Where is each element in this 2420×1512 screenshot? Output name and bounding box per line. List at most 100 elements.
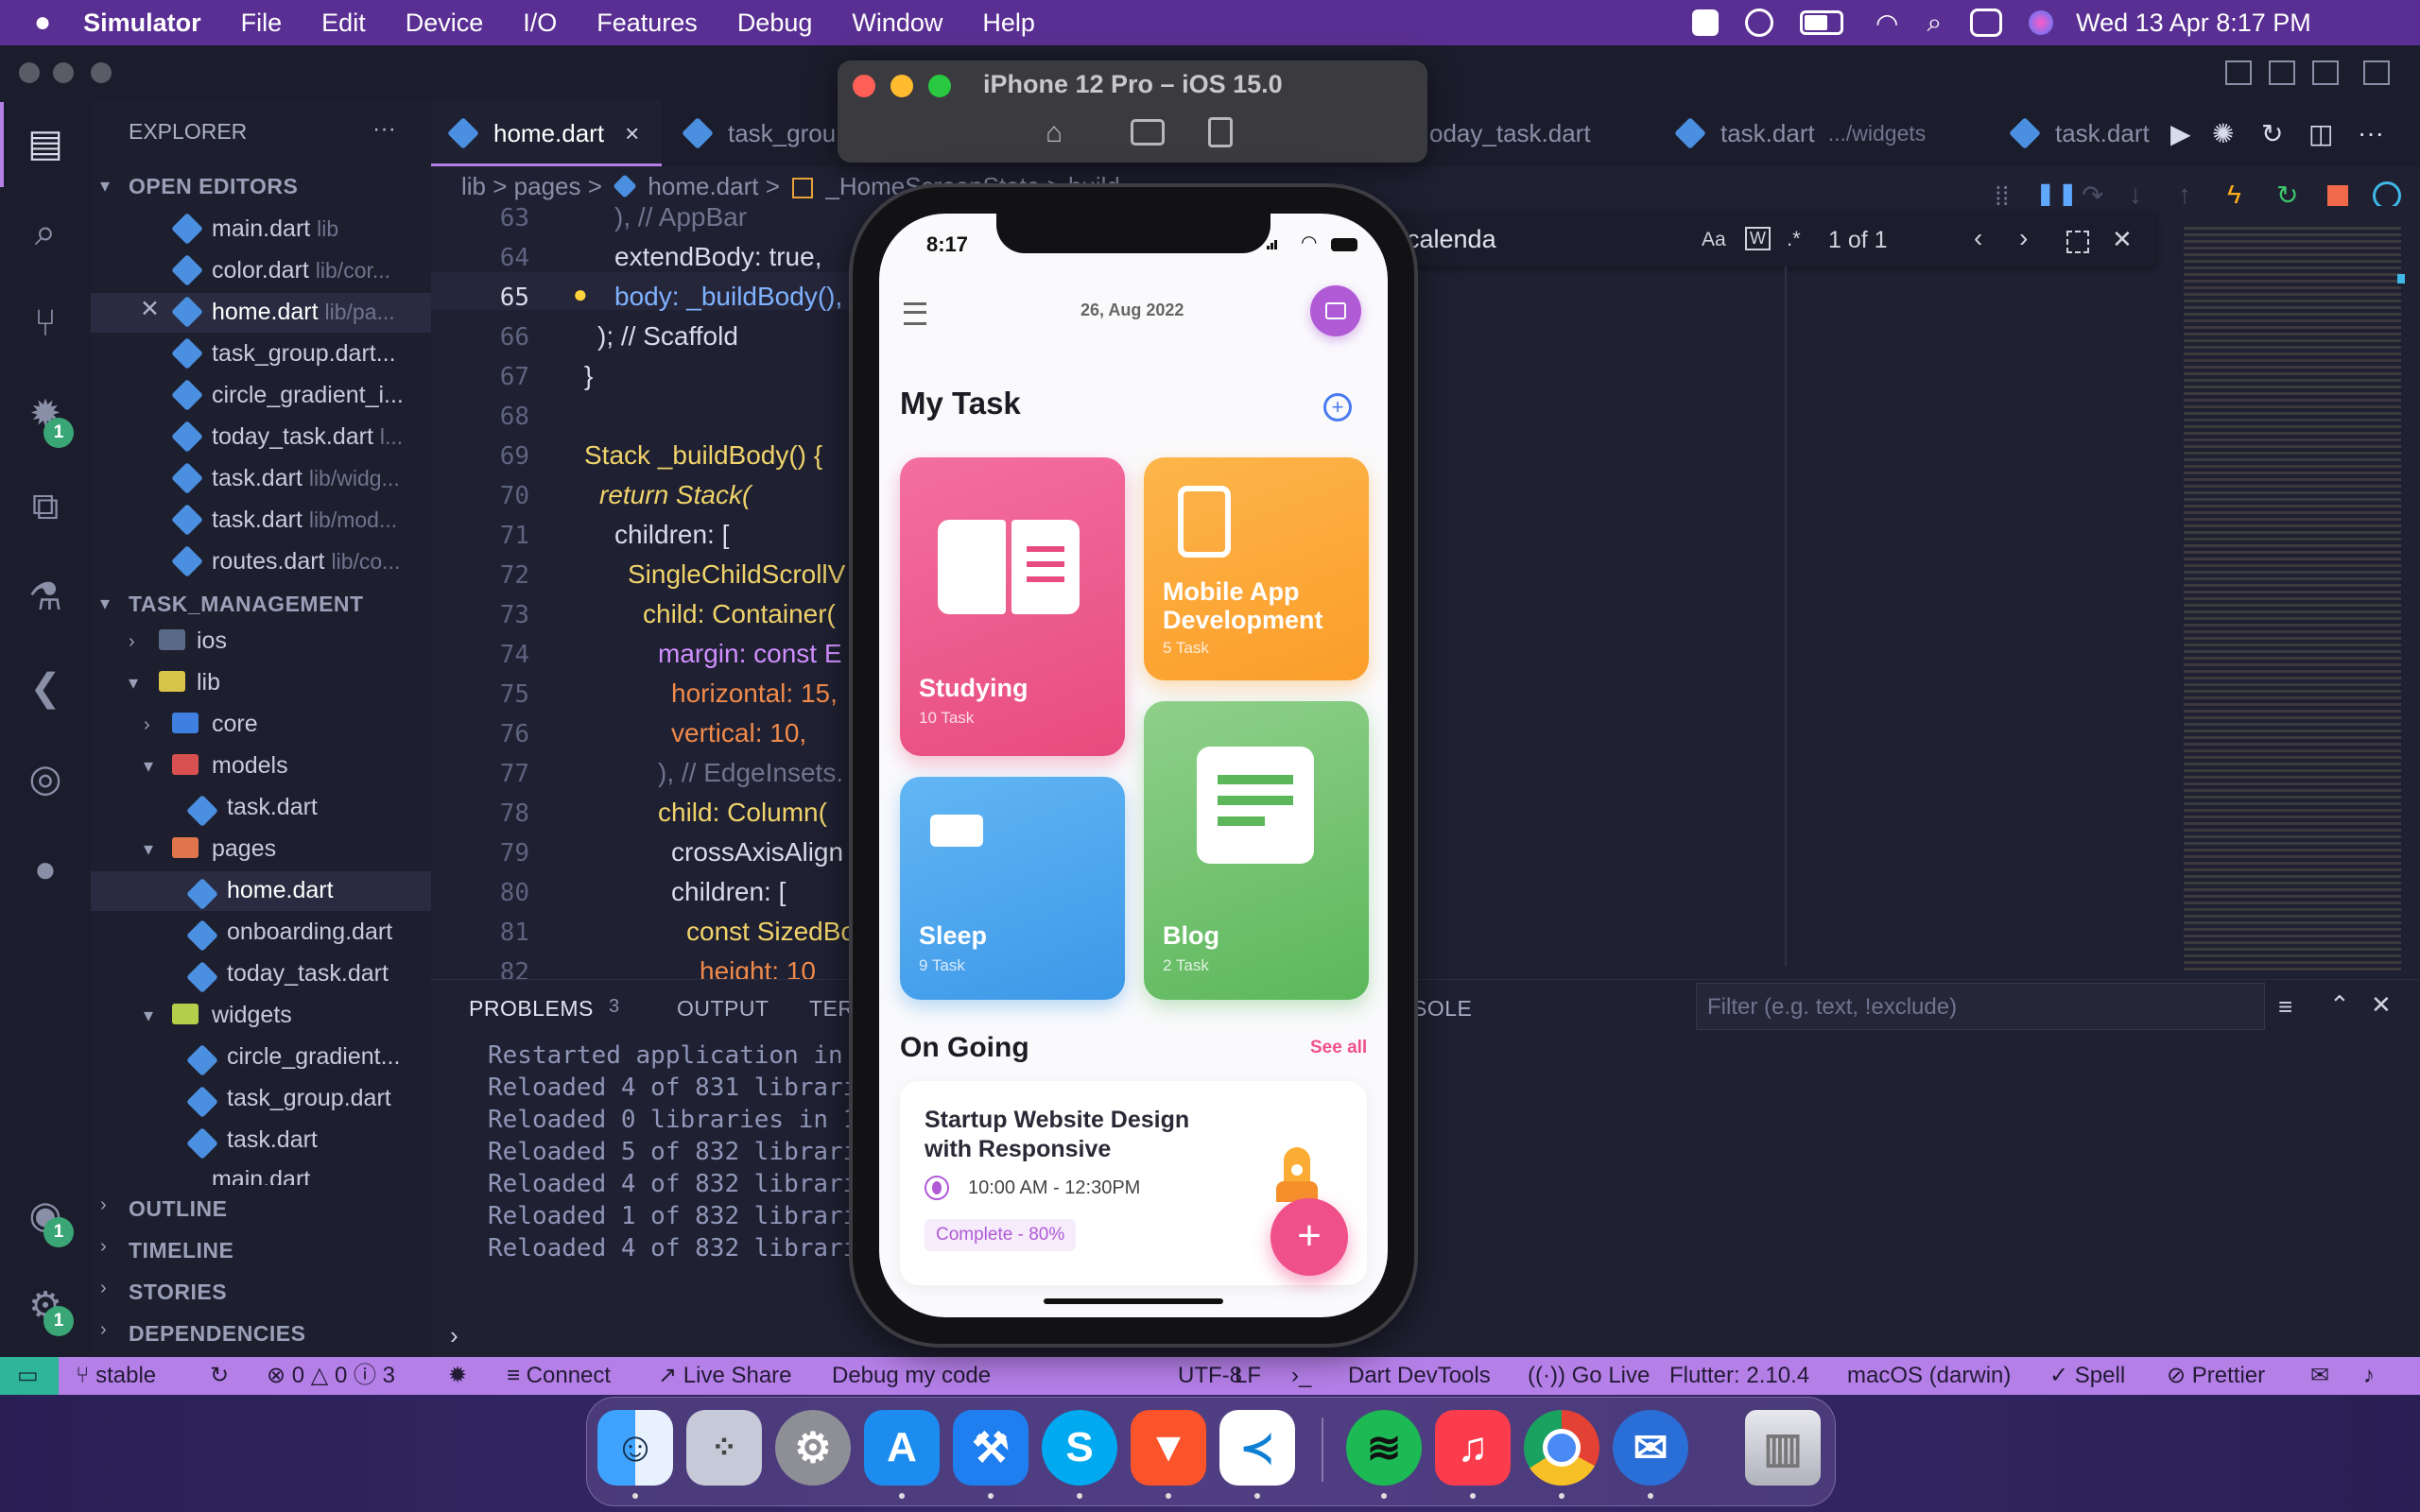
tree-item-lib[interactable]: lib: [197, 669, 220, 696]
menu-help[interactable]: Help: [982, 9, 1035, 38]
code-line[interactable]: const SizedBo: [686, 917, 856, 947]
menu-features[interactable]: Features: [596, 9, 698, 38]
code-line[interactable]: extendBody: true,: [614, 242, 821, 272]
control-center-icon[interactable]: [1970, 9, 2003, 37]
window-zoom-button[interactable]: [91, 62, 112, 83]
sync-icon[interactable]: ↻: [210, 1357, 229, 1395]
notifications-icon[interactable]: ♪: [2363, 1357, 2375, 1395]
breadcrumb-item[interactable]: lib: [461, 172, 486, 200]
chevron-down-icon[interactable]: ▾: [144, 1004, 153, 1027]
dependencies-header[interactable]: DEPENDENCIES: [129, 1321, 305, 1347]
open-editor-item[interactable]: circle_gradient_i...: [212, 382, 404, 409]
breadcrumb-item[interactable]: home.dart: [648, 172, 758, 200]
menu-hamburger-icon[interactable]: [904, 302, 926, 325]
eol-status[interactable]: LF: [1235, 1357, 1261, 1395]
trash-icon[interactable]: ▥: [1745, 1410, 1821, 1486]
find-input[interactable]: calenda: [1407, 225, 1496, 254]
code-line[interactable]: SingleChildScrollV: [628, 559, 845, 590]
tree-item-file[interactable]: main.dart: [212, 1166, 310, 1185]
battery-icon[interactable]: [1800, 10, 1843, 35]
branch-status[interactable]: ⑂ stable: [76, 1357, 156, 1395]
tab-today-task[interactable]: oday_task.dart: [1429, 100, 1591, 166]
task-card-mobile-app[interactable]: Mobile App Development 5 Task: [1144, 457, 1369, 680]
code-line[interactable]: margin: const E: [658, 639, 842, 669]
code-line[interactable]: return Stack(: [599, 480, 751, 510]
menu-io[interactable]: I/O: [523, 9, 557, 38]
close-editor-icon[interactable]: ✕: [140, 295, 160, 323]
chevron-down-icon[interactable]: ▾: [144, 837, 153, 861]
code-line[interactable]: horizontal: 15,: [671, 679, 838, 709]
tree-item-widgets[interactable]: widgets: [212, 1002, 292, 1029]
split-editor-icon[interactable]: ◫: [2308, 100, 2333, 166]
menu-device[interactable]: Device: [406, 9, 484, 38]
tree-item-core[interactable]: core: [212, 711, 258, 738]
tab-close-icon[interactable]: ×: [625, 119, 639, 148]
tree-item-pages[interactable]: pages: [212, 835, 276, 863]
open-editor-item[interactable]: color.dart lib/cor...: [212, 257, 390, 284]
skype-icon[interactable]: S: [1042, 1410, 1117, 1486]
chevron-down-icon[interactable]: ▾: [129, 671, 138, 695]
chevron-right-icon[interactable]: ›: [100, 1319, 107, 1341]
menu-file[interactable]: File: [241, 9, 283, 38]
code-line[interactable]: }: [584, 361, 593, 391]
spotify-icon[interactable]: ≋: [1346, 1410, 1422, 1486]
see-all-link[interactable]: See all: [1310, 1038, 1367, 1058]
explorer-more-icon[interactable]: ···: [372, 115, 396, 143]
sim-minimize-button[interactable]: [890, 75, 913, 97]
open-editor-item[interactable]: task_group.dart...: [212, 340, 396, 368]
git-graph-icon[interactable]: ◎: [23, 756, 68, 801]
clock[interactable]: Wed 13 Apr 8:17 PM: [2076, 9, 2311, 38]
minimap[interactable]: [2184, 227, 2401, 973]
find-in-selection-icon[interactable]: [2066, 231, 2089, 253]
open-editor-item[interactable]: task.dart lib/widg...: [212, 465, 400, 492]
chevron-right-icon[interactable]: ›: [100, 1194, 107, 1216]
launchpad-icon[interactable]: ⁘: [686, 1410, 762, 1486]
sim-zoom-button[interactable]: [928, 75, 951, 97]
window-close-button[interactable]: [19, 62, 40, 83]
tree-item-ios[interactable]: ios: [197, 627, 227, 655]
chevron-right-icon[interactable]: ›: [100, 1236, 107, 1258]
apple-icon[interactable]: ●: [34, 7, 51, 39]
menu-app[interactable]: Simulator: [83, 9, 201, 38]
clear-output-icon[interactable]: ≡: [2278, 992, 2292, 1022]
open-editors-header[interactable]: OPEN EDITORS: [129, 174, 298, 199]
tree-item-file[interactable]: circle_gradient...: [227, 1043, 400, 1071]
home-indicator[interactable]: [1044, 1298, 1223, 1304]
chevron-right-icon[interactable]: ›: [129, 631, 135, 653]
code-line[interactable]: Stack _buildBody() {: [584, 440, 822, 471]
debug-bug-icon[interactable]: ✺: [2212, 100, 2234, 166]
tab-debug-console[interactable]: SOLE: [1412, 996, 1472, 1022]
open-editor-item[interactable]: routes.dart lib/co...: [212, 548, 400, 576]
thunderbird-icon[interactable]: ✉: [1613, 1410, 1688, 1486]
maximize-panel-icon[interactable]: ⌃: [2329, 990, 2350, 1020]
menu-debug[interactable]: Debug: [737, 9, 813, 38]
music-icon[interactable]: ♫: [1435, 1410, 1511, 1486]
task-card-blog[interactable]: Blog 2 Task: [1144, 701, 1369, 1000]
wifi-icon[interactable]: ◠: [1876, 8, 1898, 39]
outline-header[interactable]: OUTLINE: [129, 1196, 227, 1222]
chevron-right-icon[interactable]: ›: [100, 1278, 107, 1299]
chevron-down-icon[interactable]: ▾: [100, 592, 110, 615]
debug-my-code[interactable]: Debug my code: [832, 1357, 991, 1395]
tab-home-dart[interactable]: home.dart ×: [447, 100, 639, 166]
tree-item-models[interactable]: models: [212, 752, 288, 780]
match-case-toggle[interactable]: Aa: [1702, 229, 1726, 251]
chevron-right-icon[interactable]: ›: [144, 714, 150, 736]
add-task-icon[interactable]: +: [1323, 393, 1352, 421]
task-card-sleep[interactable]: Sleep 9 Task: [900, 777, 1125, 1000]
regex-toggle[interactable]: .*: [1787, 227, 1801, 251]
debug-status-icon[interactable]: ✹: [448, 1357, 467, 1395]
whole-word-toggle[interactable]: W: [1745, 227, 1771, 250]
customize-layout-icon[interactable]: [2363, 60, 2390, 85]
chevron-down-icon[interactable]: ▾: [144, 754, 153, 778]
checkbox-icon[interactable]: [1692, 9, 1719, 36]
code-line[interactable]: crossAxisAlign: [671, 837, 843, 868]
tree-item-file[interactable]: task_group.dart: [227, 1085, 391, 1112]
tab-task-group[interactable]: task_grou: [682, 100, 836, 166]
close-find-icon[interactable]: ✕: [2112, 225, 2133, 254]
search-icon[interactable]: ⌕: [1927, 8, 1942, 39]
previous-match-icon[interactable]: ‹: [1974, 223, 1982, 253]
filter-input[interactable]: Filter (e.g. text, !exclude): [1707, 994, 1957, 1021]
vscode-icon[interactable]: ≺: [1219, 1410, 1295, 1486]
feedback-icon[interactable]: ✉: [2310, 1357, 2329, 1395]
